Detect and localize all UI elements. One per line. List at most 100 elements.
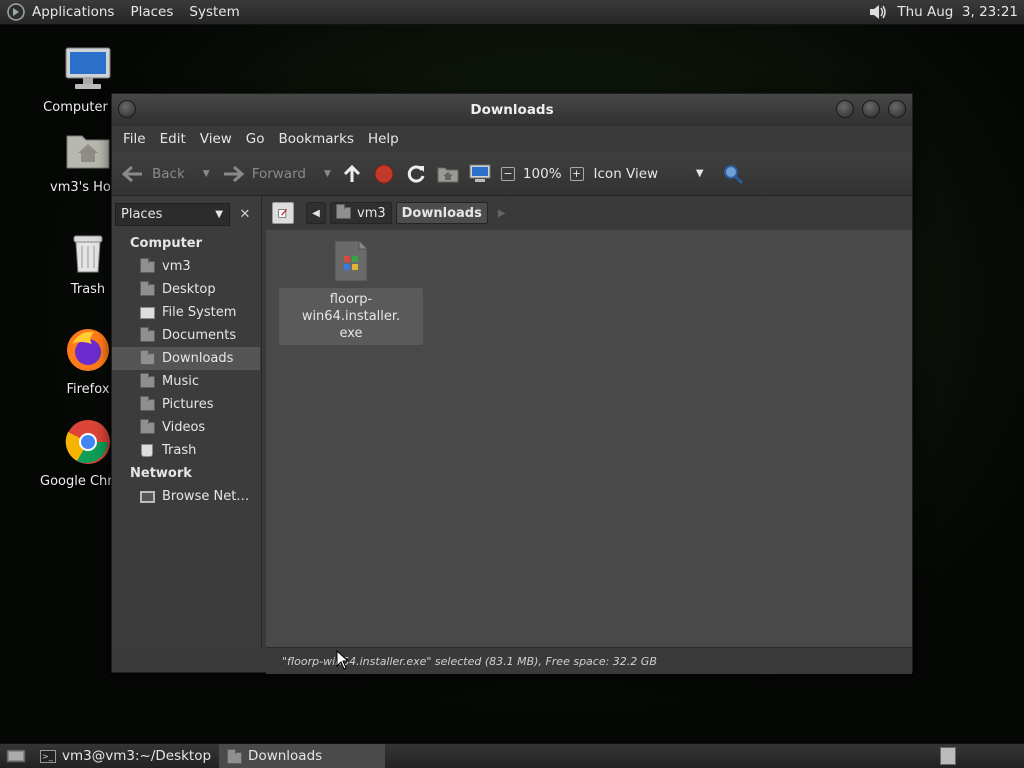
home-button[interactable] <box>437 164 459 184</box>
top-panel: Applications Places System Thu Aug 3, 23… <box>0 0 1024 25</box>
menu-help[interactable]: Help <box>361 131 406 147</box>
file-name-line: exe <box>339 326 363 341</box>
taskbar-item-downloads[interactable]: Downloads <box>219 743 386 768</box>
computer-icon <box>65 47 111 89</box>
sidebar-item-music[interactable]: Music <box>112 370 260 393</box>
trash-icon <box>141 444 153 457</box>
menu-edit[interactable]: Edit <box>153 131 193 147</box>
menu-view[interactable]: View <box>193 131 239 147</box>
zoom-out-icon[interactable]: − <box>500 166 515 181</box>
sidebar-item-file-system[interactable]: File System <box>112 301 260 324</box>
sidebar-type-value: Places <box>121 207 163 222</box>
sidebar-item-label: Downloads <box>162 351 234 366</box>
up-button[interactable] <box>341 163 363 185</box>
places-list: Computer vm3 Desktop File System Documen… <box>112 232 260 508</box>
terminal-icon: >_ <box>40 749 56 763</box>
sidebar-item-label: Documents <box>162 328 237 343</box>
applications-menu[interactable]: Applications <box>0 0 122 25</box>
close-button[interactable] <box>888 100 906 118</box>
sidebar-item-downloads[interactable]: Downloads <box>112 347 260 370</box>
sidebar-item-label: Pictures <box>162 397 214 412</box>
gnome-foot-icon <box>7 3 25 21</box>
chevron-down-icon: ▼ <box>695 168 704 179</box>
computer-button[interactable] <box>469 164 491 184</box>
taskbar-item-terminal[interactable]: >_ vm3@vm3:~/Desktop <box>32 744 219 768</box>
home-folder-icon <box>437 167 459 182</box>
desktop-icon-label: Computer <box>43 100 108 115</box>
path-scroll-left-button[interactable]: ◀ <box>306 202 326 224</box>
window-menu-button[interactable] <box>118 100 136 118</box>
sidebar-section-computer: Computer <box>130 236 203 251</box>
reload-button[interactable] <box>405 163 427 185</box>
file-view[interactable]: floorp-win64.installer. exe <box>266 230 912 647</box>
home-folder-icon <box>66 135 110 169</box>
sidebar: Places ▼ ✕ Computer vm3 Desktop File Sys… <box>112 196 262 647</box>
path-segment-label: Downloads <box>401 205 482 221</box>
computer-icon <box>469 164 491 182</box>
places-menu[interactable]: Places <box>122 0 181 25</box>
sidebar-item-videos[interactable]: Videos <box>112 416 260 439</box>
taskbar-item-label: vm3@vm3:~/Desktop <box>62 748 212 764</box>
path-segment-label: vm3 <box>357 205 386 221</box>
sidebar-item-label: Videos <box>162 420 206 435</box>
videos-folder-icon <box>140 418 155 434</box>
workspace-switcher[interactable] <box>940 747 956 765</box>
network-icon <box>140 490 155 503</box>
music-folder-icon <box>140 372 155 388</box>
pictures-folder-icon <box>140 395 155 411</box>
file-name-line: floorp-win64.installer. <box>301 292 401 324</box>
sidebar-item-label: Music <box>162 374 199 389</box>
menu-file[interactable]: File <box>116 131 153 147</box>
stop-button[interactable] <box>373 163 395 185</box>
forward-history-dropdown[interactable]: ▼ <box>324 169 331 179</box>
drive-icon <box>140 306 155 319</box>
forward-button[interactable]: Forward ▼ <box>220 164 331 184</box>
system-menu[interactable]: System <box>181 0 247 25</box>
path-segment-downloads[interactable]: Downloads <box>395 202 488 224</box>
back-label: Back <box>152 165 185 182</box>
sidebar-item-label: Desktop <box>162 282 216 297</box>
zoom-level: 100% <box>522 165 562 182</box>
file-item[interactable]: floorp-win64.installer. exe <box>279 240 423 345</box>
window-titlebar[interactable]: Downloads <box>112 94 912 126</box>
back-button[interactable]: Back ▼ <box>120 164 210 184</box>
zoom-in-icon[interactable]: + <box>569 166 584 181</box>
reload-icon <box>407 165 425 183</box>
chrome-icon <box>65 420 110 464</box>
back-history-dropdown[interactable]: ▼ <box>203 169 210 179</box>
chevron-down-icon: ▼ <box>215 209 223 220</box>
sidebar-item-vm3[interactable]: vm3 <box>112 255 260 278</box>
applications-menu-label: Applications <box>32 4 115 20</box>
view-mode-select[interactable]: Icon View ▼ <box>594 166 704 182</box>
volume-icon[interactable] <box>867 2 889 22</box>
sidebar-type-select[interactable]: Places ▼ <box>115 203 230 226</box>
toggle-location-entry-button[interactable] <box>272 202 294 224</box>
taskbar-item-label: Downloads <box>248 748 323 764</box>
sidebar-item-trash[interactable]: Trash <box>112 439 260 462</box>
sidebar-item-browse-network[interactable]: Browse Net… <box>112 485 260 508</box>
maximize-button[interactable] <box>862 100 880 118</box>
minimize-button[interactable] <box>836 100 854 118</box>
sidebar-item-pictures[interactable]: Pictures <box>112 393 260 416</box>
search-button[interactable] <box>722 163 744 185</box>
close-sidebar-button[interactable]: ✕ <box>234 203 256 226</box>
firefox-icon <box>67 329 109 371</box>
clock[interactable]: Thu Aug 3, 23:21 <box>897 4 1018 20</box>
toolbar: Back ▼ Forward ▼ − 100% + Icon View ▼ <box>112 152 912 196</box>
path-segment-vm3[interactable]: vm3 <box>330 202 392 224</box>
window-title: Downloads <box>470 102 554 118</box>
close-icon: ✕ <box>239 207 251 222</box>
menu-go[interactable]: Go <box>239 131 272 147</box>
show-desktop-button[interactable] <box>0 744 32 768</box>
system-menu-label: System <box>189 4 240 20</box>
documents-folder-icon <box>140 326 155 342</box>
sidebar-item-desktop[interactable]: Desktop <box>112 278 260 301</box>
chevron-left-icon: ◀ <box>312 207 320 219</box>
sidebar-item-documents[interactable]: Documents <box>112 324 260 347</box>
chevron-right-icon[interactable]: ▶ <box>498 208 506 219</box>
forward-arrow-icon <box>223 165 244 182</box>
up-arrow-icon <box>343 164 360 182</box>
menu-bookmarks[interactable]: Bookmarks <box>272 131 361 147</box>
sidebar-item-label: File System <box>162 305 237 320</box>
sidebar-item-label: Trash <box>162 443 197 458</box>
